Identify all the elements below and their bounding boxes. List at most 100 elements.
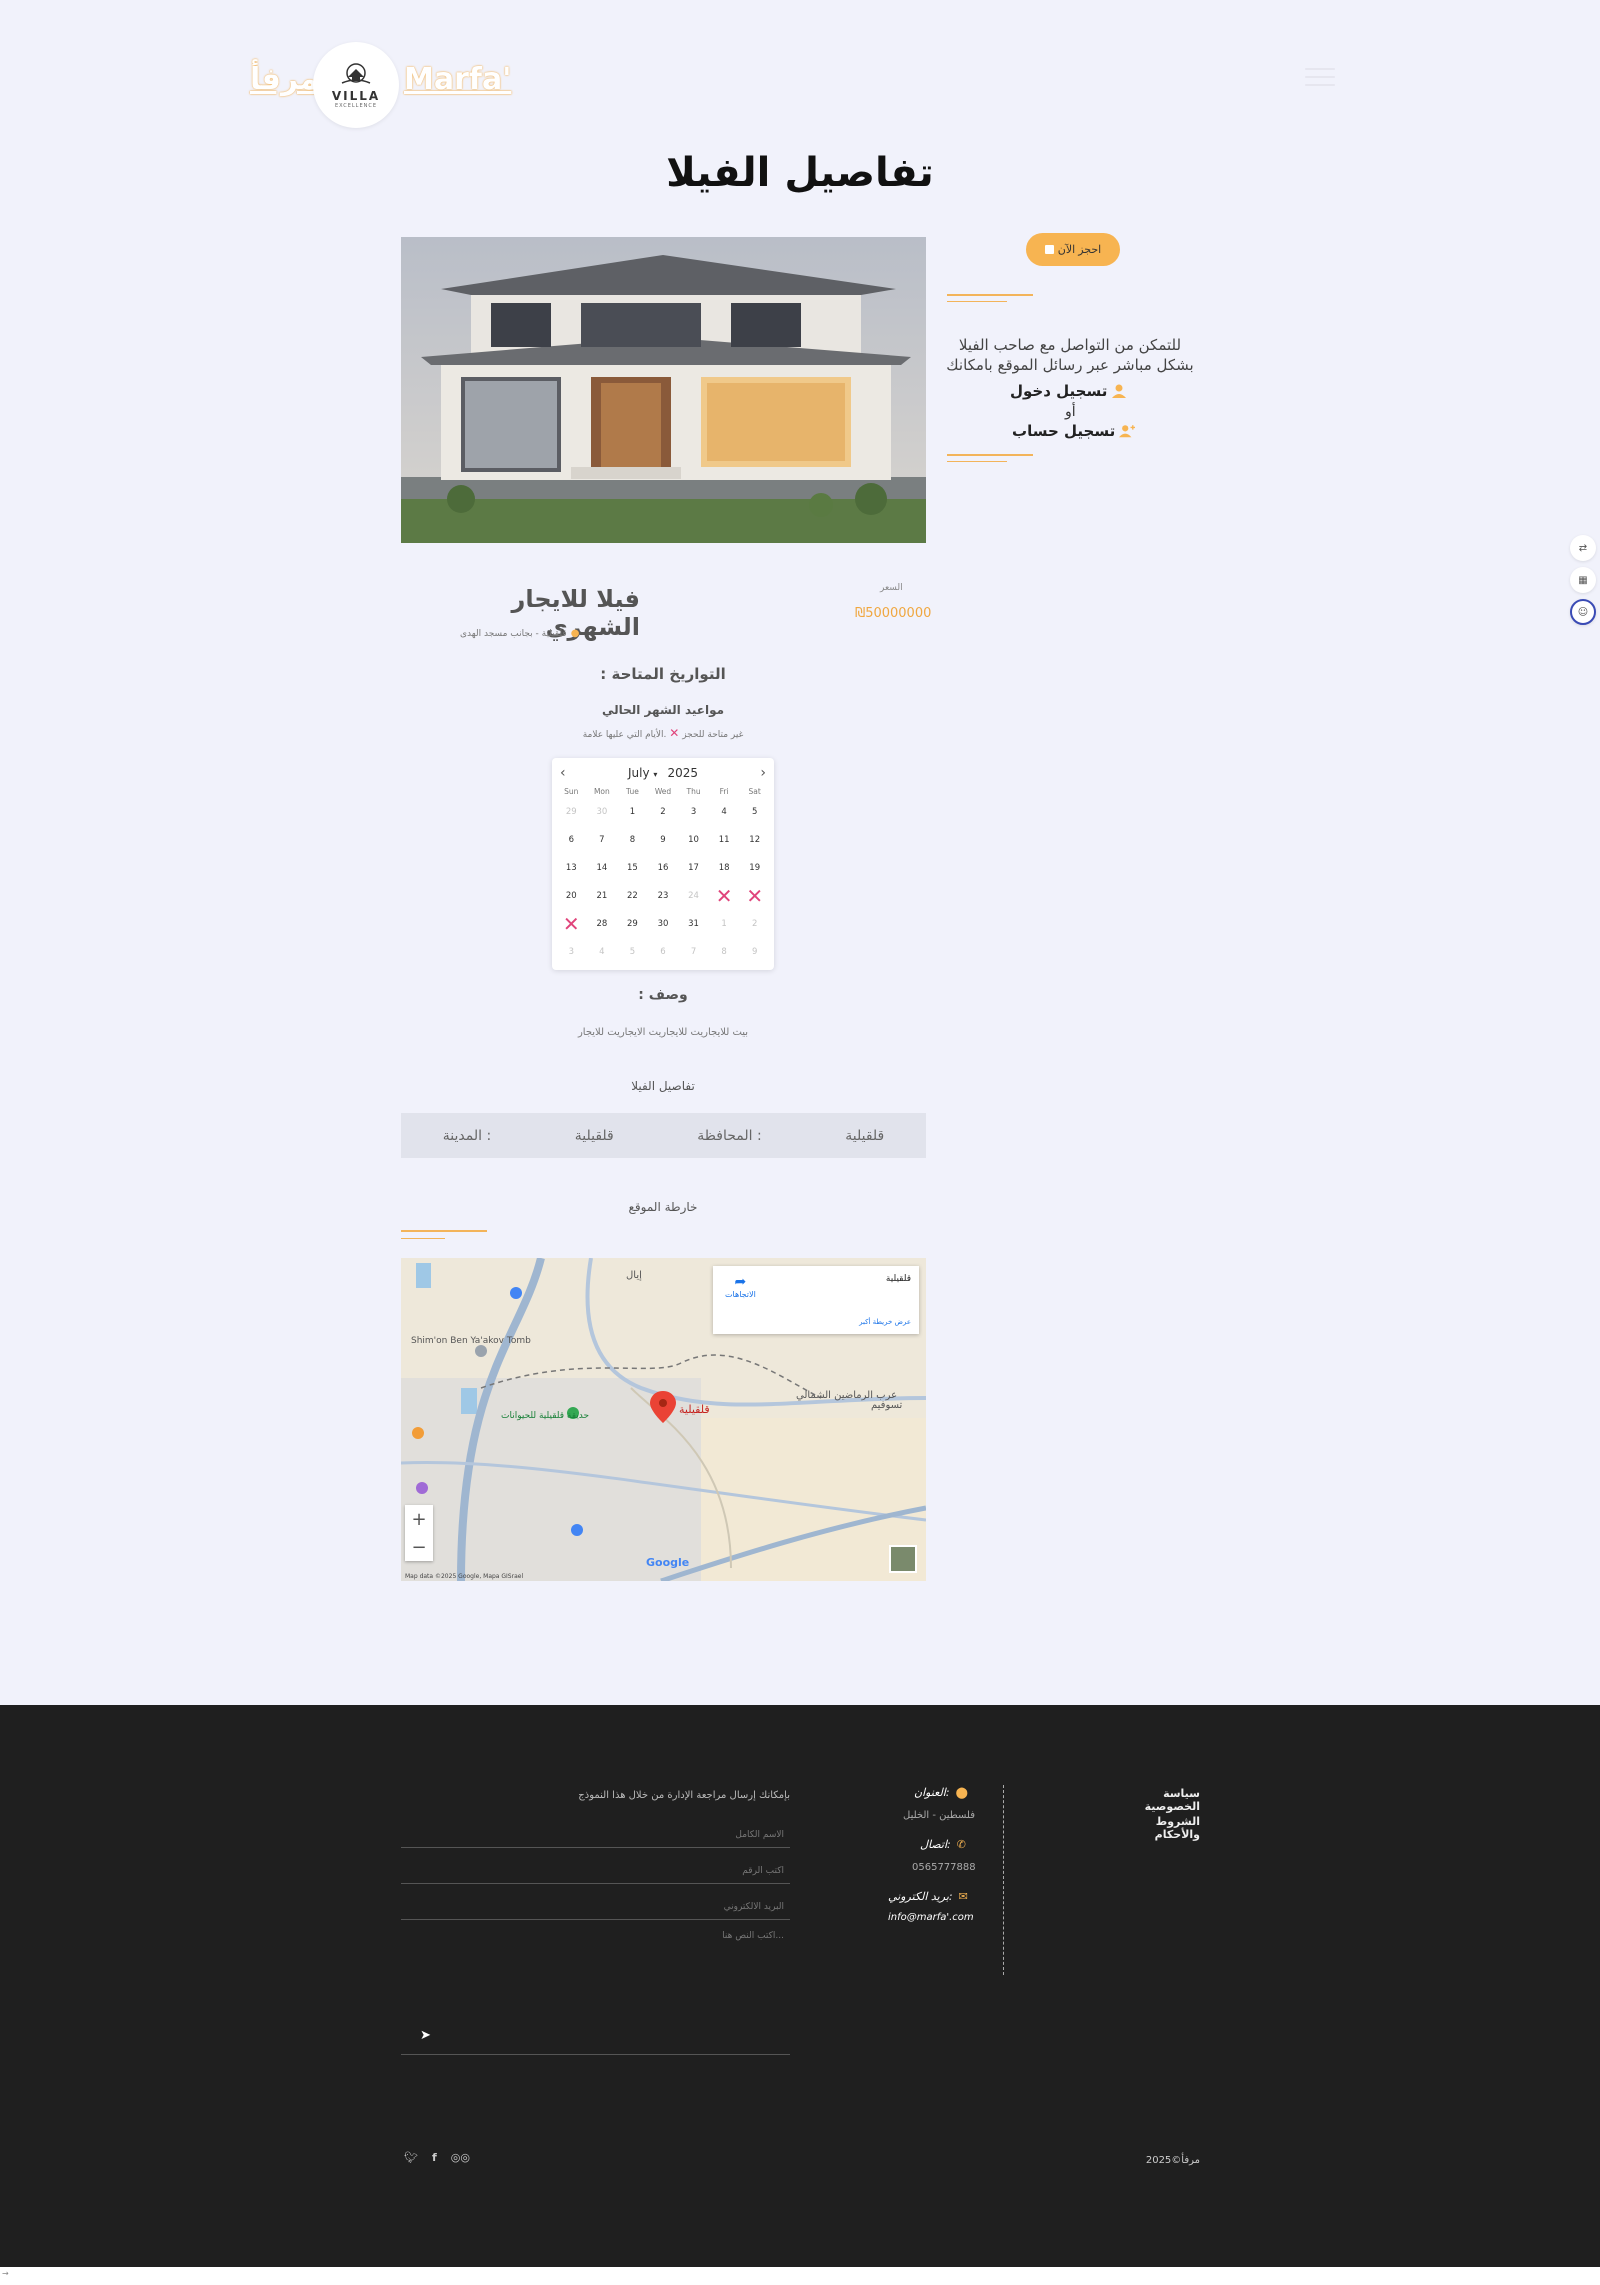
logo-word: VILLA <box>331 89 381 103</box>
calendar-header: ‹ July ▾ 2025 › <box>556 762 770 784</box>
calendar-day[interactable]: 30 <box>648 910 679 938</box>
calendar-day[interactable]: 23 <box>648 882 679 910</box>
map-zoom-control: + − <box>405 1505 433 1561</box>
map-info-card: قلقيلية ➦ الاتجاهات عرض خريطة أكبر <box>713 1266 919 1334</box>
next-month-icon[interactable]: › <box>760 765 766 781</box>
booked-day-26: ✕ <box>746 884 764 908</box>
calendar-day[interactable]: 22 <box>617 882 648 910</box>
calendar-day[interactable]: 7 <box>587 826 618 854</box>
location-pin-icon: ● <box>570 628 580 639</box>
calendar-day[interactable]: 1 <box>617 798 648 826</box>
available-dates-title: : التواريخ المتاحة <box>600 665 726 683</box>
calendar-day[interactable]: 9 <box>648 826 679 854</box>
directions-button[interactable]: ➦ الاتجاهات <box>725 1274 756 1299</box>
email-input[interactable] <box>401 1894 790 1920</box>
message-textarea[interactable] <box>401 1925 790 2055</box>
villa-details-title: تفاصيل الفيلا <box>631 1079 695 1093</box>
facebook-icon[interactable]: f <box>432 2151 437 2164</box>
brand-name-arabic[interactable]: مرفأ <box>250 62 318 97</box>
location-pin-icon: ⬤ <box>955 1786 968 1799</box>
map-place-zoo: حديقة قلقيلية للحيوانات <box>501 1411 589 1421</box>
calendar-day[interactable]: 1 <box>709 910 740 938</box>
calendar-day[interactable]: 5 <box>739 798 770 826</box>
send-icon[interactable]: ➤ <box>420 2028 440 2048</box>
brand-name-english[interactable]: Marfa' <box>404 62 511 97</box>
weekday-header: Thu <box>686 786 701 796</box>
year-value[interactable]: 2025 <box>667 766 698 780</box>
calendar-day[interactable]: 24 <box>678 882 709 910</box>
calendar-day[interactable]: 9 <box>739 938 770 966</box>
calendar-day[interactable]: 2 <box>739 910 770 938</box>
decor-line <box>947 454 1033 456</box>
calendar-day[interactable]: 6 <box>648 938 679 966</box>
calendar-day[interactable]: 17 <box>678 854 709 882</box>
signup-link[interactable]: تسجيل حساب <box>1012 422 1136 440</box>
decor-line <box>401 1230 487 1232</box>
calendar-day[interactable]: 5 <box>617 938 648 966</box>
calendar-day[interactable]: 4 <box>709 798 740 826</box>
email-label-text: بريد الكتروني: <box>888 1890 953 1903</box>
calendar-day[interactable]: 16 <box>648 854 679 882</box>
bottom-strip: → <box>0 2267 1600 2285</box>
calendar-day[interactable]: 12 <box>739 826 770 854</box>
google-logo-text: Google <box>646 1556 690 1569</box>
twitter-icon[interactable]: 🐦︎ <box>404 2151 418 2164</box>
chevron-down-icon: ▾ <box>653 770 658 779</box>
calendar-day[interactable]: 6 <box>556 826 587 854</box>
calendar-day[interactable]: 28 <box>587 910 618 938</box>
larger-map-link[interactable]: عرض خريطة أكبر <box>859 1318 911 1326</box>
calendar-day[interactable]: 30 <box>587 798 618 826</box>
zoom-out-button[interactable]: − <box>405 1533 433 1561</box>
chat-icon[interactable]: ☺ <box>1570 599 1596 625</box>
envelope-icon: ✉ <box>958 1890 968 1903</box>
map-marker-label: قلقيلية <box>679 1403 710 1416</box>
grid-icon[interactable]: ▦ <box>1570 567 1596 593</box>
privacy-policy-link[interactable]: سياسة الخصوصية <box>1128 1787 1200 1813</box>
phone-icon: ✆ <box>956 1838 966 1851</box>
calendar-day[interactable]: 3 <box>556 938 587 966</box>
calendar-day[interactable]: 31 <box>678 910 709 938</box>
calendar-day[interactable]: 13 <box>556 854 587 882</box>
calendar-day[interactable]: 20 <box>556 882 587 910</box>
governorate-value: قلقيلية <box>845 1127 885 1144</box>
calendar-day[interactable]: 10 <box>678 826 709 854</box>
booked-note-before: .الأيام التي عليها علامة <box>582 730 667 740</box>
site-logo[interactable]: VILLA EXCELLENCE <box>313 42 399 128</box>
calendar-day[interactable]: 29 <box>617 910 648 938</box>
calendar-day[interactable]: 11 <box>709 826 740 854</box>
calendar-day[interactable]: 21 <box>587 882 618 910</box>
satellite-view-toggle[interactable] <box>889 1545 917 1573</box>
book-now-button[interactable]: احجز الآن <box>1026 233 1120 266</box>
calendar-day[interactable]: 29 <box>556 798 587 826</box>
tripadvisor-icon[interactable]: ◎◎ <box>451 2151 470 2164</box>
calendar-day[interactable]: 18 <box>709 854 740 882</box>
login-link[interactable]: تسجيل دخول <box>1010 382 1127 400</box>
or-text: أو <box>1065 404 1076 420</box>
book-now-label: احجز الآن <box>1057 244 1102 256</box>
zoom-in-button[interactable]: + <box>405 1505 433 1533</box>
month-value: July <box>628 766 650 780</box>
location-map[interactable]: قلقيلية إيال عرب الرماضين الشمالي تسوفيم… <box>401 1258 926 1581</box>
calendar-day[interactable]: 8 <box>617 826 648 854</box>
floating-widgets: ⇄ ▦ ☺ <box>1570 535 1600 631</box>
villa-details-bar: قلقيلية : المحافظة قلقيلية : المدينة <box>401 1113 926 1158</box>
calendar-day[interactable]: 7 <box>678 938 709 966</box>
hamburger-menu-icon[interactable] <box>1305 68 1335 88</box>
full-name-input[interactable] <box>401 1822 790 1848</box>
calendar-day[interactable]: 3 <box>678 798 709 826</box>
calendar-day[interactable]: 4 <box>587 938 618 966</box>
prev-month-icon[interactable]: ‹ <box>560 765 566 781</box>
map-attribution: Map data ©2025 Google, Mapa GISrael <box>405 1573 524 1580</box>
signup-label: تسجيل حساب <box>1012 422 1116 440</box>
month-select[interactable]: July ▾ <box>628 766 657 780</box>
terms-link[interactable]: الشروط والأحكام <box>1128 1815 1200 1841</box>
calendar-day[interactable]: 8 <box>709 938 740 966</box>
translate-icon[interactable]: ⇄ <box>1570 535 1596 561</box>
calendar-day[interactable]: 15 <box>617 854 648 882</box>
phone-value: 0565777888 <box>912 1862 976 1873</box>
calendar-day[interactable]: 14 <box>587 854 618 882</box>
phone-input[interactable] <box>401 1858 790 1884</box>
price-label: السعر <box>880 583 903 593</box>
calendar-day[interactable]: 2 <box>648 798 679 826</box>
calendar-day[interactable]: 19 <box>739 854 770 882</box>
